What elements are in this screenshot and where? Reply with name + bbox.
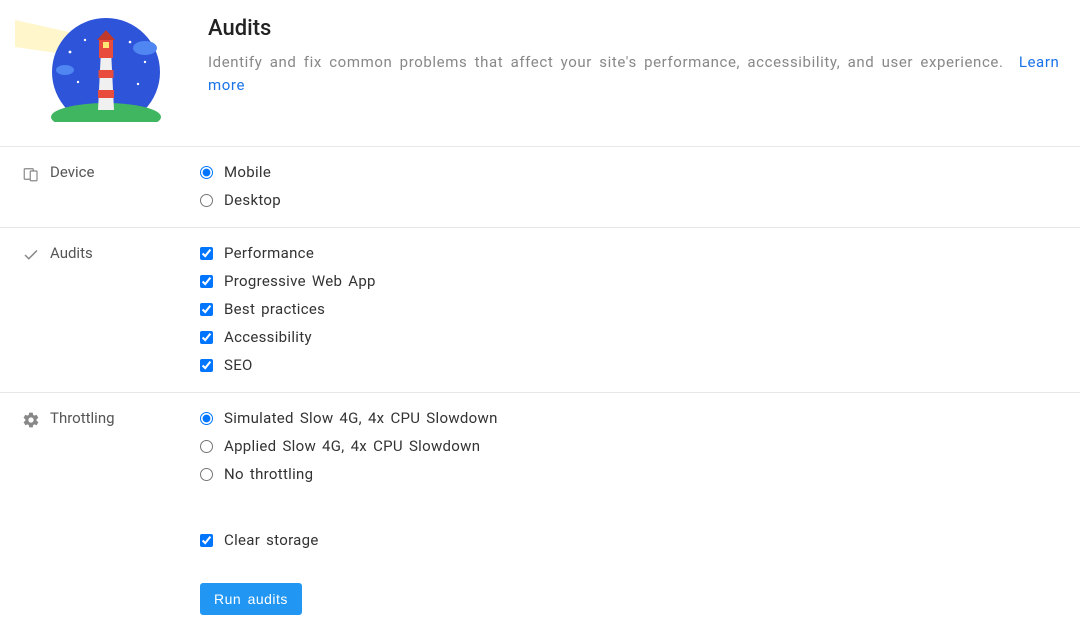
audits-section: Audits Performance Progressive Web App B… (0, 227, 1080, 392)
device-radio-desktop[interactable] (200, 194, 213, 207)
header: Audits Identify and fix common problems … (0, 0, 1080, 146)
device-option-mobile[interactable]: Mobile (200, 163, 1070, 181)
audit-checkbox-pwa[interactable] (200, 275, 213, 288)
audit-option-pwa[interactable]: Progressive Web App (200, 272, 1070, 290)
throttling-option-simulated[interactable]: Simulated Slow 4G, 4x CPU Slowdown (200, 409, 1070, 427)
clear-storage-option[interactable]: Clear storage (200, 531, 1070, 549)
device-section: Device Mobile Desktop (0, 146, 1080, 227)
page-description: Identify and fix common problems that af… (208, 51, 1070, 96)
throttling-section: Throttling Simulated Slow 4G, 4x CPU Slo… (0, 392, 1080, 633)
audit-checkbox-seo[interactable] (200, 359, 213, 372)
throttling-radio-simulated[interactable] (200, 412, 213, 425)
throttling-radio-applied[interactable] (200, 440, 213, 453)
audit-checkbox-performance[interactable] (200, 247, 213, 260)
device-radio-mobile[interactable] (200, 166, 213, 179)
audit-option-accessibility[interactable]: Accessibility (200, 328, 1070, 346)
page-title: Audits (208, 16, 1070, 41)
check-icon (22, 246, 40, 264)
throttling-option-applied[interactable]: Applied Slow 4G, 4x CPU Slowdown (200, 437, 1070, 455)
audit-option-bestpractices[interactable]: Best practices (200, 300, 1070, 318)
device-icon (22, 165, 40, 183)
device-option-desktop[interactable]: Desktop (200, 191, 1070, 209)
lighthouse-icon (10, 12, 180, 122)
run-audits-button[interactable]: Run audits (200, 583, 302, 615)
audit-option-seo[interactable]: SEO (200, 356, 1070, 374)
throttling-radio-none[interactable] (200, 468, 213, 481)
device-label: Device (22, 163, 200, 209)
clear-storage-checkbox[interactable] (200, 534, 213, 547)
audits-label: Audits (22, 244, 200, 374)
gear-icon (22, 411, 40, 429)
throttling-option-none[interactable]: No throttling (200, 465, 1070, 483)
audit-checkbox-bestpractices[interactable] (200, 303, 213, 316)
throttling-label: Throttling (22, 409, 200, 615)
lighthouse-logo (10, 10, 180, 126)
audit-option-performance[interactable]: Performance (200, 244, 1070, 262)
audit-checkbox-accessibility[interactable] (200, 331, 213, 344)
